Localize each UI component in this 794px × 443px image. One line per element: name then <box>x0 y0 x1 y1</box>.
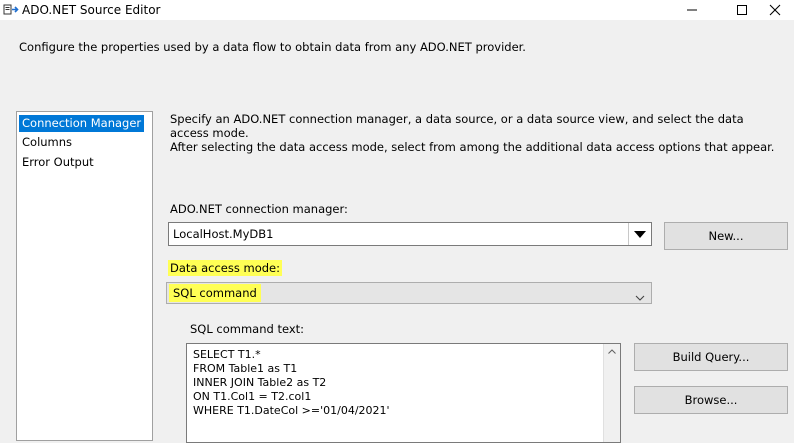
editor-description: Configure the properties used by a data … <box>19 40 526 54</box>
sql-command-label: SQL command text: <box>190 322 305 336</box>
instructions-line-1: Specify an ADO.NET connection manager, a… <box>170 112 744 140</box>
maximize-icon <box>737 5 747 15</box>
instructions-line-2: After selecting the data access mode, se… <box>170 140 775 154</box>
sql-command-textarea[interactable]: SELECT T1.* FROM Table1 as T1 INNER JOIN… <box>186 343 621 443</box>
minimize-button[interactable] <box>672 0 712 20</box>
browse-button[interactable]: Browse... <box>634 386 788 414</box>
scroll-up-icon[interactable] <box>608 349 616 354</box>
build-query-button[interactable]: Build Query... <box>634 343 788 371</box>
window-title: ADO.NET Source Editor <box>22 3 161 17</box>
connection-manager-label: ADO.NET connection manager: <box>170 202 348 216</box>
ssis-source-icon <box>3 3 19 17</box>
data-access-mode-value: SQL command <box>169 284 261 302</box>
minimize-icon <box>687 9 697 11</box>
title-bar: ADO.NET Source Editor <box>0 0 794 20</box>
close-button[interactable] <box>755 0 794 20</box>
instructions: Specify an ADO.NET connection manager, a… <box>170 112 785 154</box>
nav-item-connection-manager[interactable]: Connection Manager <box>19 115 145 132</box>
sql-line-1: SELECT T1.* <box>193 348 261 361</box>
vertical-scrollbar[interactable] <box>603 344 620 442</box>
chevron-down-icon <box>635 290 645 304</box>
sql-line-4: ON T1.Col1 = T2.col1 <box>193 390 312 403</box>
nav-panel: Connection Manager Columns Error Output <box>16 111 153 441</box>
sql-line-2: FROM Table1 as T1 <box>193 362 298 375</box>
triangle-down-icon <box>634 231 646 238</box>
connection-manager-dropdown[interactable]: LocalHost.MyDB1 <box>168 222 652 246</box>
data-access-mode-label: Data access mode: <box>168 260 283 276</box>
dropdown-arrow-button[interactable] <box>628 223 651 245</box>
data-access-mode-dropdown[interactable]: SQL command <box>166 282 652 304</box>
sql-line-5: WHERE T1.DateCol >='01/04/2021' <box>193 404 390 417</box>
new-button[interactable]: New... <box>664 222 788 250</box>
close-icon <box>769 4 781 16</box>
sql-line-3: INNER JOIN Table2 as T2 <box>193 376 327 389</box>
nav-item-columns[interactable]: Columns <box>19 134 75 151</box>
nav-item-error-output[interactable]: Error Output <box>19 154 97 171</box>
connection-manager-value: LocalHost.MyDB1 <box>173 227 274 241</box>
